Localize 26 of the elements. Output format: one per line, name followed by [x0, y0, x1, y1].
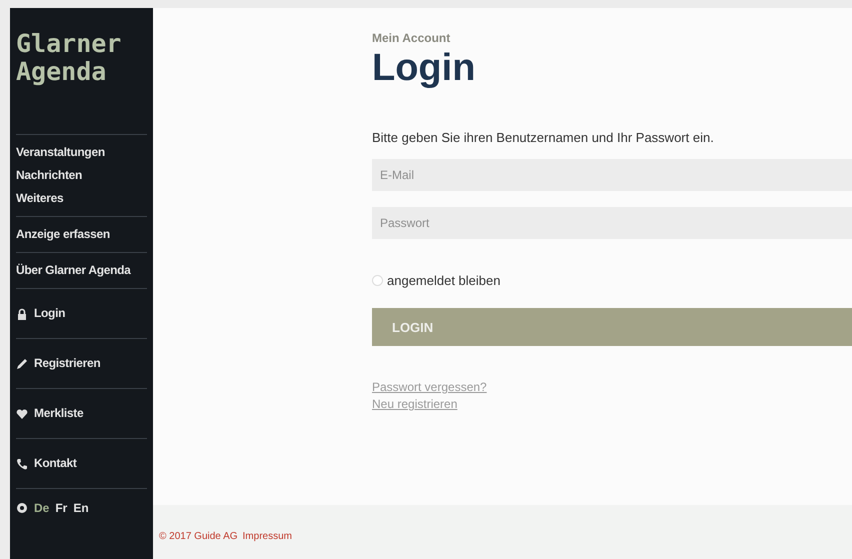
nav-link[interactable]: Anzeige erfassen: [16, 223, 147, 246]
instruction-text: Bitte geben Sie ihren Benutzernamen und Ihr Passwort ein.: [372, 130, 715, 145]
nav-link[interactable]: Weiteres: [16, 187, 147, 210]
language-link[interactable]: En: [73, 501, 89, 515]
email-field[interactable]: E-Mail: [372, 159, 852, 191]
nav-link[interactable]: Registrieren: [16, 345, 147, 382]
heart-icon: [16, 408, 28, 420]
nav-link[interactable]: Nachrichten: [16, 164, 147, 187]
breadcrumb: Mein Account: [372, 31, 452, 45]
password-field[interactable]: Passwort: [372, 207, 852, 239]
nav-link[interactable]: Login: [16, 295, 147, 332]
language-link[interactable]: De: [34, 501, 50, 515]
phone-icon: [16, 458, 28, 470]
nav-link[interactable]: Veranstaltungen: [16, 141, 147, 164]
nav-link[interactable]: Merkliste: [16, 395, 147, 432]
copyright-text: © 2017 Guide AG: [159, 530, 238, 542]
language-link[interactable]: Fr: [55, 501, 68, 515]
impressum-link[interactable]: Impressum: [242, 530, 292, 542]
nav-link[interactable]: Über Glarner Agenda: [16, 259, 147, 282]
page-title: Login: [372, 47, 476, 90]
nav-link[interactable]: Kontakt: [16, 445, 147, 482]
logo-text: Glarner Agenda: [16, 30, 122, 86]
pencil-icon: [16, 358, 28, 370]
remember-checkbox[interactable]: [372, 275, 383, 286]
checkbox-label: angemeldet bleiben: [387, 273, 500, 288]
lock-icon: [16, 308, 28, 320]
